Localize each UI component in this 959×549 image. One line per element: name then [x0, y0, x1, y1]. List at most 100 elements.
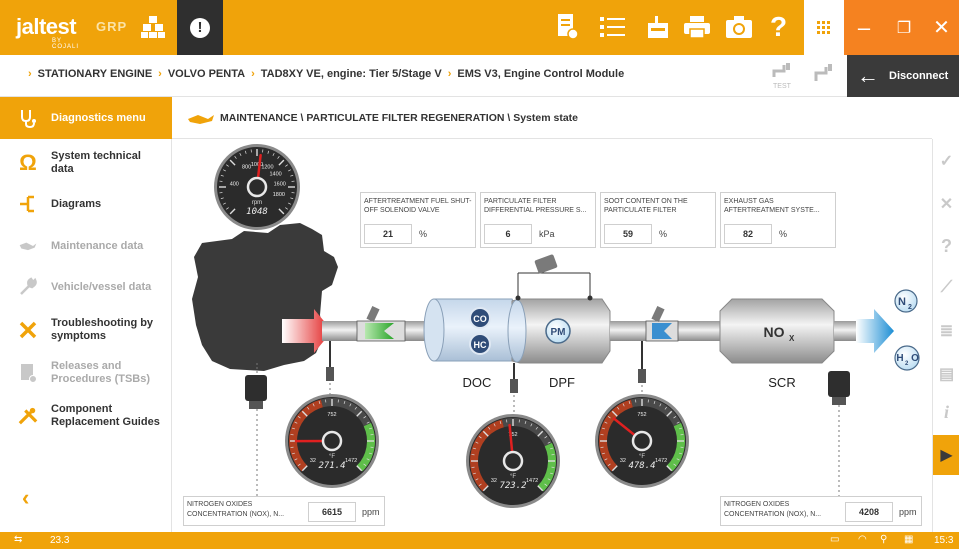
gauge-reading: 271.4 — [318, 461, 345, 471]
breadcrumb-item[interactable]: VOLVO PENTA — [168, 68, 245, 80]
nox-value: 4208 — [845, 502, 893, 522]
hc-label: HC — [474, 340, 487, 350]
rpm-gauge: 400800 10001200140016001800rpm1048 — [214, 144, 300, 230]
sidebar-item-vehicle-vessel-data[interactable]: Vehicle/vessel data — [0, 272, 172, 302]
printer-icon[interactable] — [683, 10, 711, 44]
sidebar-item-label: Component Replacement Guides — [51, 403, 160, 428]
breadcrumb-item[interactable]: EMS V3, Engine Control Module — [457, 68, 624, 80]
breadcrumb-item[interactable]: STATIONARY ENGINE — [38, 68, 153, 80]
gauge-tick-label: 1472 — [526, 478, 538, 484]
param-value: 21 — [364, 224, 412, 244]
regeneration-diagram: CO HC PM NO X N 2 H 2 O DOC DPF SCR 400 … — [172, 139, 932, 532]
minimize-button[interactable]: – — [844, 0, 884, 55]
disconnect-button[interactable]: ← Disconnect — [847, 55, 959, 97]
gauge-tick-label: 400 — [230, 181, 239, 187]
nox-downstream-box: NITROGEN OXIDES CONCENTRATION (NOX), N..… — [720, 496, 922, 526]
document-icon[interactable]: ▤ — [933, 364, 959, 384]
restore-button[interactable]: ❐ — [884, 0, 924, 55]
param-aftertreatment-system: EXHAUST GAS AFTERTREATMENT SYSTE... 82 % — [720, 192, 836, 248]
stethoscope-icon — [18, 108, 38, 128]
report-icon[interactable] — [557, 10, 579, 44]
param-fuel-shutoff-valve: AFTERTREATMENT FUEL SHUT-OFF SOLENOID VA… — [360, 192, 476, 248]
gauge-tick-label: 32 — [491, 478, 497, 484]
modules-icon[interactable] — [140, 10, 166, 44]
info-icon[interactable]: i — [933, 402, 959, 423]
search-icon[interactable]: ⚲ — [880, 534, 887, 545]
apps-grid-button[interactable] — [804, 0, 844, 55]
param-name: PARTICULATE FILTER DIFFERENTIAL PRESSURE… — [484, 198, 587, 214]
doc-catalyst — [423, 298, 518, 362]
battery-icon: ▭ — [830, 534, 840, 545]
question-icon[interactable]: ? — [933, 236, 959, 257]
cross-icon[interactable]: ✕ — [933, 194, 959, 214]
temp-gauge-3: 32 752 1472 °F478.4 — [595, 394, 689, 488]
param-soot-content: SOOT CONTENT ON THE PARTICULATE FILTER 5… — [600, 192, 716, 248]
sidebar: Diagnostics menu Ω System technical data… — [0, 97, 172, 532]
edition-label: GRP — [96, 19, 128, 34]
breadcrumb-item[interactable]: TAD8XY VE, engine: Tier 5/Stage V — [261, 68, 442, 80]
sidebar-item-system-technical-data[interactable]: Ω System technical data — [0, 146, 172, 180]
sidebar-item-label: Diagrams — [51, 197, 102, 210]
nox-unit: ppm — [362, 507, 380, 517]
close-button[interactable]: ✕ — [924, 0, 959, 55]
breadcrumb-separator: › — [158, 68, 162, 80]
test-plug-icon[interactable]: TEST — [770, 61, 796, 96]
check-icon[interactable]: ✓ — [933, 151, 959, 171]
sidebar-item-maintenance-data[interactable]: Maintenance data — [0, 231, 172, 261]
back-chevron-icon[interactable]: ‹ — [22, 485, 29, 511]
n2-label: N — [898, 296, 906, 308]
temp-sensor-1 — [326, 341, 334, 399]
tools-cross-icon — [18, 406, 38, 426]
calendar-icon: ▦ — [904, 534, 914, 545]
param-value: 6 — [484, 224, 532, 244]
camera-icon[interactable] — [725, 10, 753, 44]
sidebar-item-label: Troubleshooting by symptoms — [51, 317, 154, 342]
diagram-icon — [18, 194, 38, 214]
garage-icon[interactable] — [645, 10, 671, 44]
nox-name: NITROGEN OXIDES CONCENTRATION (NOX), N..… — [187, 501, 285, 518]
plug-icon[interactable] — [812, 61, 838, 92]
scr-label: SCR — [768, 375, 795, 390]
gauge-hub — [246, 176, 268, 198]
gauge-unit: °F — [510, 474, 516, 480]
sidebar-item-component-guides[interactable]: Component Replacement Guides — [0, 399, 172, 433]
param-value: 59 — [604, 224, 652, 244]
injector-nozzle — [366, 305, 380, 323]
gauge-tick-label: 1472 — [345, 458, 357, 464]
h2o-h-label: H — [896, 353, 903, 364]
h2o-o-label: O — [911, 353, 919, 364]
param-dpf-diff-pressure: PARTICULATE FILTER DIFFERENTIAL PRESSURE… — [480, 192, 596, 248]
wrench-icon — [18, 277, 38, 297]
breadcrumb-separator: › — [447, 68, 452, 80]
page-title: MAINTENANCE \ PARTICULATE FILTER REGENER… — [220, 112, 578, 124]
list-icon[interactable]: ≣ — [933, 321, 959, 341]
gauge-tick-label: 32 — [310, 458, 316, 464]
sidebar-item-label: Diagnostics menu — [51, 111, 146, 124]
breadcrumb: › STATIONARY ENGINE › VOLVO PENTA › TAD8XY VE… — [22, 68, 624, 80]
doc-label: DOC — [463, 375, 492, 390]
gauge-reading: 478.4 — [628, 461, 655, 471]
sidebar-item-troubleshooting[interactable]: Troubleshooting by symptoms — [0, 313, 172, 347]
sidebar-item-diagnostics-menu[interactable]: Diagnostics menu — [0, 97, 172, 139]
sidebar-item-diagrams[interactable]: Diagrams — [0, 189, 172, 219]
temp-sensor-2 — [510, 363, 518, 421]
gauge-tick-label: 1800 — [273, 192, 285, 198]
alert-button[interactable]: ! — [177, 0, 223, 55]
gauge-reading: 723.2 — [499, 481, 526, 491]
grid-icon — [817, 20, 830, 34]
play-button[interactable]: ▶ — [933, 435, 959, 475]
gauge-unit: rpm — [252, 200, 262, 206]
chart-line-icon[interactable]: ⟋ — [933, 279, 959, 297]
alert-icon: ! — [190, 17, 210, 38]
help-icon[interactable]: ? — [770, 10, 787, 44]
wifi-icon: ◠ — [858, 534, 867, 545]
right-rail: ✓ ✕ ? ⟋ ≣ ▤ i ▶ — [932, 139, 959, 532]
checklist-icon[interactable] — [600, 10, 626, 44]
sidebar-item-releases[interactable]: Releases and Procedures (TSBs) — [0, 356, 172, 390]
logo-subtitle: BY COJALI — [52, 38, 80, 50]
gauge-tick-label: 1472 — [655, 458, 667, 464]
disconnect-label: Disconnect — [889, 70, 949, 82]
temp-gauge-2: 327521472°F723.2 — [466, 414, 560, 508]
sidebar-item-label: Releases and Procedures (TSBs) — [51, 360, 151, 385]
gauge-hub — [502, 450, 524, 472]
